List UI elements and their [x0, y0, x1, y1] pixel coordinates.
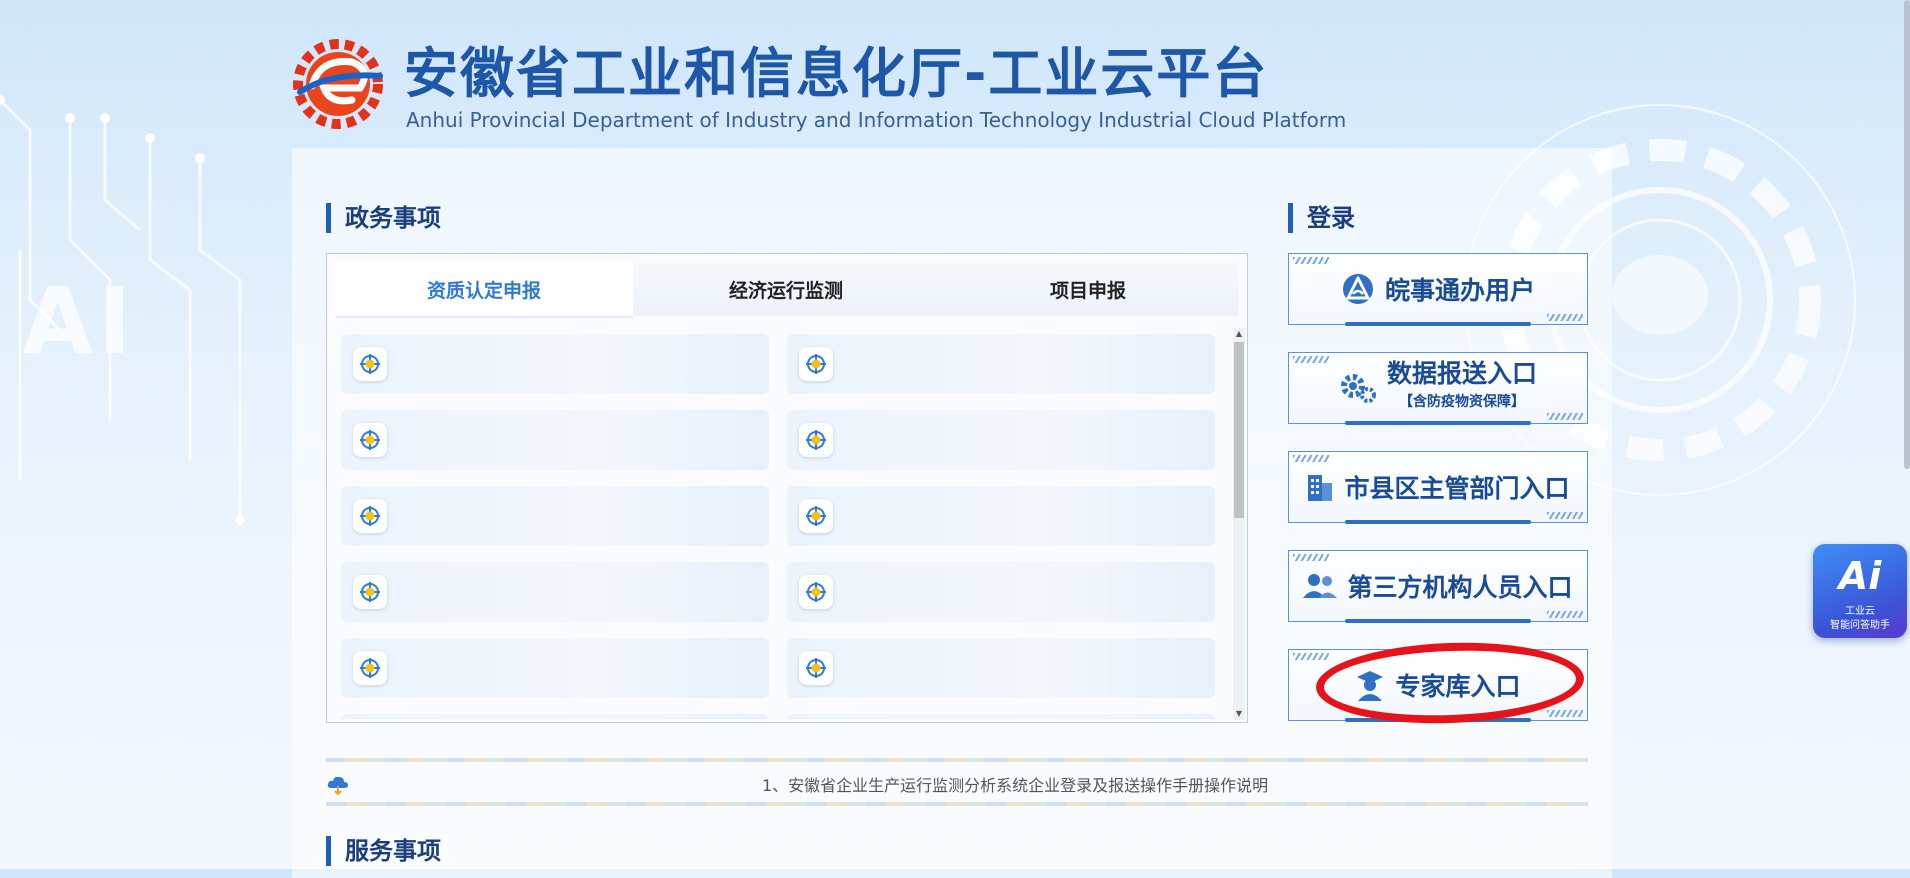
list-item[interactable] [341, 562, 769, 622]
compass-icon [799, 499, 833, 533]
ai-assistant-sublabel: 智能问答助手 [1830, 620, 1890, 631]
compass-icon [799, 423, 833, 457]
ai-assistant-button[interactable]: Ai 工业云 智能问答助手 [1813, 544, 1907, 638]
compass-icon [353, 499, 387, 533]
login-button-label: 皖事通办用户 [1384, 276, 1535, 305]
list-item[interactable] [787, 714, 1215, 719]
list-item[interactable] [787, 638, 1215, 698]
compass-icon [799, 347, 833, 381]
tab-project-application[interactable]: 项目申报 [939, 262, 1237, 316]
page-scrollbar[interactable] [1904, 0, 1910, 469]
scroll-down-arrow-icon[interactable]: ▼ [1233, 708, 1245, 720]
service-section-title: 服务事项 [326, 836, 441, 866]
list-item[interactable] [341, 638, 769, 698]
list-item[interactable] [341, 410, 769, 470]
list-item[interactable] [787, 410, 1215, 470]
ai-logo-icon: Ai [1838, 554, 1882, 598]
county-department-button[interactable]: 市县区主管部门入口 [1288, 451, 1588, 524]
list-item[interactable] [341, 714, 769, 719]
scrollbar-thumb[interactable] [1234, 342, 1244, 518]
gov-tabs: 资质认定申报 经济运行监测 项目申报 [335, 262, 1239, 318]
gears-icon [1340, 374, 1376, 403]
compass-icon [353, 651, 387, 685]
cloud-icon [327, 776, 348, 796]
gov-section-title: 政务事项 [326, 203, 441, 233]
users-icon [1303, 574, 1338, 598]
list-item[interactable] [787, 562, 1215, 622]
platform-logo-icon [293, 39, 383, 129]
gov-list-scrollbar[interactable]: ▲ ▼ [1233, 328, 1245, 720]
scroll-up-arrow-icon[interactable]: ▲ [1233, 328, 1245, 340]
login-button-label: 市县区主管部门入口 [1344, 474, 1570, 503]
ai-assistant-label: 工业云 [1845, 606, 1875, 617]
third-party-button[interactable]: 第三方机构人员入口 [1288, 550, 1588, 623]
login-section-title: 登录 [1288, 203, 1355, 233]
compass-icon [353, 423, 387, 457]
compass-icon [353, 575, 387, 609]
compass-icon [353, 347, 387, 381]
list-item[interactable] [341, 334, 769, 394]
background-ai-text: AI [22, 268, 136, 375]
notice-bar: 1、安徽省企业生产运行监测分析系统企业登录及报送操作手册操作说明 [326, 758, 1588, 806]
tab-qualification[interactable]: 资质认定申报 [335, 262, 633, 318]
tab-economic-monitoring[interactable]: 经济运行监测 [637, 262, 935, 316]
building-icon [1308, 475, 1333, 501]
compass-icon [799, 651, 833, 685]
login-button-label: 第三方机构人员入口 [1347, 573, 1573, 602]
list-item[interactable] [787, 486, 1215, 546]
login-button-sublabel: 【含防疫物资保障】 [1398, 394, 1525, 410]
list-item[interactable] [341, 486, 769, 546]
gov-items-grid [341, 334, 1221, 719]
page-title: 安徽省工业和信息化厅-工业云平台 [404, 42, 1269, 105]
wanshitong-icon [1342, 274, 1373, 304]
notice-link[interactable]: 1、安徽省企业生产运行监测分析系统企业登录及报送操作手册操作说明 [762, 772, 1268, 796]
login-button-label: 数据报送入口 [1386, 359, 1537, 388]
compass-icon [799, 575, 833, 609]
data-submission-button[interactable]: 数据报送入口 【含防疫物资保障】 [1288, 352, 1588, 425]
wanshitong-login-button[interactable]: 皖事通办用户 [1288, 253, 1588, 326]
gov-affairs-tabbox: 资质认定申报 经济运行监测 项目申报 ▲ ▼ [326, 253, 1248, 723]
list-item[interactable] [787, 334, 1215, 394]
page-subtitle-english: Anhui Provincial Department of Industry … [406, 108, 1347, 132]
